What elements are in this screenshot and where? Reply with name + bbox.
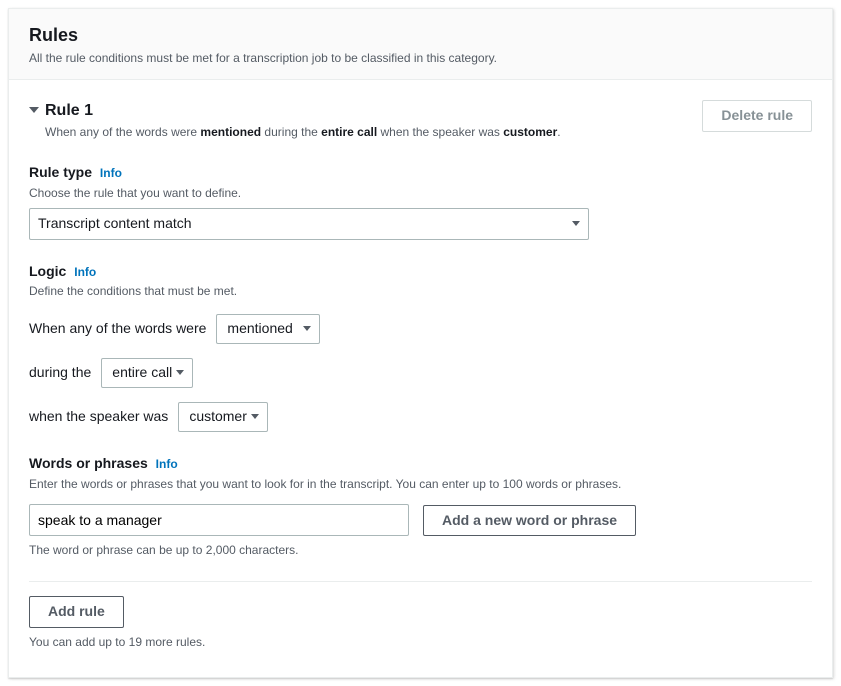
rules-panel: Rules All the rule conditions must be me… (8, 8, 833, 678)
logic-section: Logic Info Define the conditions that mu… (29, 262, 812, 432)
mentioned-select[interactable]: mentioned (216, 314, 319, 344)
rule-title: Rule 1 (45, 100, 561, 122)
panel-description: All the rule conditions must be met for … (29, 50, 812, 67)
words-section: Words or phrases Info Enter the words or… (29, 454, 812, 559)
rule-type-info-link[interactable]: Info (100, 166, 122, 180)
logic-line-during: during the entire call (29, 358, 812, 388)
chevron-down-icon (572, 221, 580, 226)
chevron-down-icon (251, 414, 259, 419)
words-hint: Enter the words or phrases that you want… (29, 476, 812, 493)
word-phrase-input[interactable] (29, 504, 409, 536)
rule-type-value: Transcript content match (38, 214, 192, 234)
logic-text: during the (29, 363, 91, 383)
rule-summary-text: . (557, 125, 560, 139)
footer-hint: You can add up to 19 more rules. (29, 634, 812, 651)
speaker-value: customer (189, 407, 247, 427)
rule-title-wrap[interactable]: Rule 1 When any of the words were mentio… (29, 100, 561, 141)
panel-header: Rules All the rule conditions must be me… (9, 9, 832, 80)
delete-rule-button[interactable]: Delete rule (702, 100, 812, 132)
during-select[interactable]: entire call (101, 358, 193, 388)
words-input-row: Add a new word or phrase (29, 504, 812, 536)
rule-type-label: Rule type (29, 164, 92, 180)
during-value: entire call (112, 363, 172, 383)
rule-summary-entire-call: entire call (321, 125, 377, 139)
words-info-link[interactable]: Info (156, 457, 178, 471)
logic-line-speaker: when the speaker was customer (29, 402, 812, 432)
rule-type-section: Rule type Info Choose the rule that you … (29, 163, 812, 239)
mentioned-value: mentioned (227, 319, 292, 339)
rule-type-select[interactable]: Transcript content match (29, 208, 589, 240)
rule-header: Rule 1 When any of the words were mentio… (29, 100, 812, 141)
rule-type-hint: Choose the rule that you want to define. (29, 185, 812, 202)
rule-summary-text: when the speaker was (377, 125, 503, 139)
add-word-button[interactable]: Add a new word or phrase (423, 505, 636, 537)
logic-hint: Define the conditions that must be met. (29, 283, 812, 300)
logic-line-mentioned: When any of the words were mentioned (29, 314, 812, 344)
logic-label: Logic (29, 263, 66, 279)
rule-summary-text: When any of the words were (45, 125, 200, 139)
chevron-down-icon (176, 370, 184, 375)
add-rule-button[interactable]: Add rule (29, 596, 124, 628)
logic-info-link[interactable]: Info (74, 265, 96, 279)
logic-text: When any of the words were (29, 319, 206, 339)
divider (29, 581, 812, 582)
collapse-caret-icon[interactable] (29, 107, 39, 113)
panel-body: Rule 1 When any of the words were mentio… (9, 80, 832, 677)
words-footnote: The word or phrase can be up to 2,000 ch… (29, 542, 812, 559)
speaker-select[interactable]: customer (178, 402, 268, 432)
rule-summary-text: during the (261, 125, 321, 139)
panel-title: Rules (29, 23, 812, 48)
rule-summary: When any of the words were mentioned dur… (45, 124, 561, 141)
rule-summary-customer: customer (503, 125, 557, 139)
rule-summary-mentioned: mentioned (200, 125, 261, 139)
footer: Add rule You can add up to 19 more rules… (29, 596, 812, 666)
words-label: Words or phrases (29, 455, 148, 471)
logic-text: when the speaker was (29, 407, 168, 427)
chevron-down-icon (303, 326, 311, 331)
